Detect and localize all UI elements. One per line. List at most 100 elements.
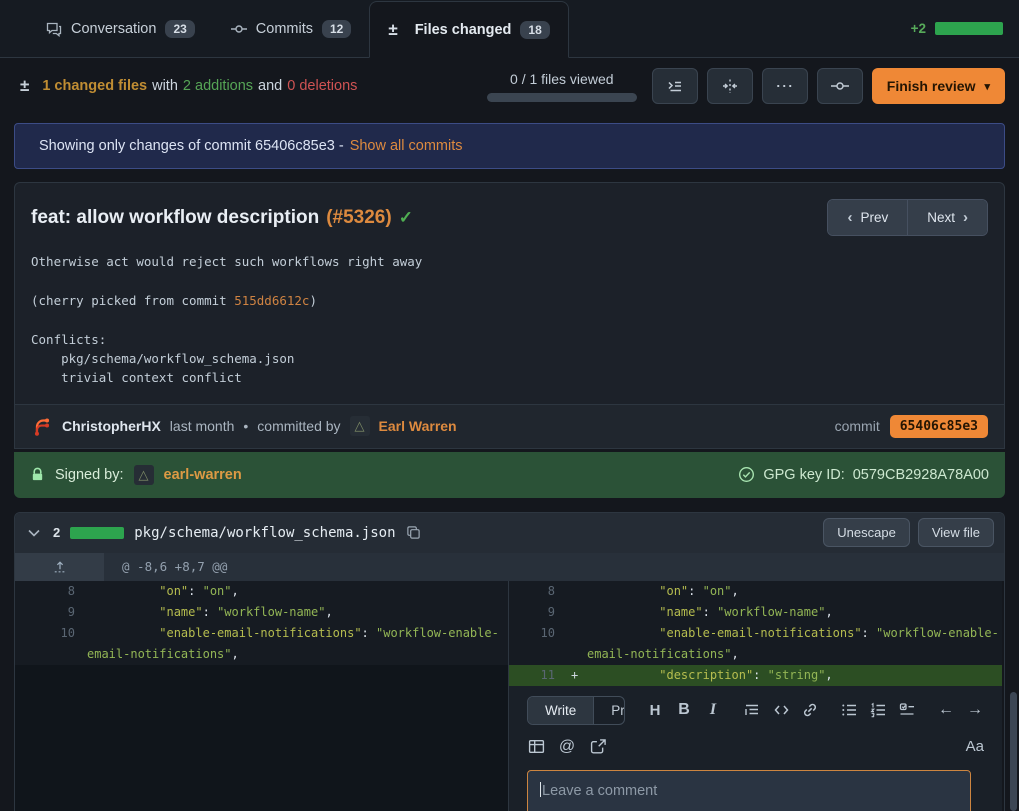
prev-commit-button[interactable]: ‹ Prev: [828, 200, 907, 235]
issue-ref-link[interactable]: (#5326): [326, 207, 392, 229]
editor-tabs: Write Preview: [527, 696, 625, 725]
finish-review-button[interactable]: Finish review ▾: [872, 68, 1005, 104]
plain-text-toggle[interactable]: Aa: [966, 738, 984, 755]
heading-icon[interactable]: H: [646, 702, 664, 719]
signer-name[interactable]: earl-warren: [164, 467, 242, 483]
diff-marker: [565, 602, 587, 623]
commit-sha-badge[interactable]: 65406c85e3: [890, 415, 988, 438]
gpg-key-label: GPG key ID:: [763, 467, 844, 483]
diff-file-box: 2 pkg/schema/workflow_schema.json Unesca…: [14, 512, 1005, 811]
diff-row: 10 "enable-email-notifications": "workfl…: [15, 623, 1004, 644]
signed-by-label: Signed by:: [55, 467, 124, 483]
file-diff-stat-bar: [70, 527, 124, 539]
ellipsis-icon: ⋯: [775, 76, 794, 97]
line-number-new[interactable]: [509, 644, 565, 665]
tab-label: Conversation: [71, 21, 156, 37]
diff-marker: +: [565, 665, 587, 686]
commit-status-check-icon[interactable]: ✓: [399, 208, 413, 228]
diff-options-button[interactable]: ⋯: [762, 68, 808, 104]
unescape-button[interactable]: Unescape: [823, 518, 910, 547]
line-number-old[interactable]: 10: [15, 623, 87, 644]
tab-count-badge: 12: [322, 20, 351, 38]
commit-pager: ‹ Prev Next ›: [827, 199, 988, 236]
commit-title: feat: allow workflow description (#5326)…: [31, 207, 413, 229]
author-avatar[interactable]: [31, 415, 53, 437]
quote-icon[interactable]: [743, 702, 761, 718]
view-file-button[interactable]: View file: [918, 518, 994, 547]
file-tree-toggle-icon: [667, 78, 683, 94]
tab-preview[interactable]: Preview: [593, 697, 625, 724]
italic-icon[interactable]: I: [704, 701, 722, 719]
commit-time: last month: [170, 418, 235, 434]
cherry-pick-sha-link[interactable]: 515dd6612c: [234, 293, 309, 308]
chevron-down-icon: ▾: [984, 80, 990, 93]
diff-marker: [565, 623, 587, 644]
line-number-new[interactable]: 11: [509, 665, 565, 686]
task-list-icon[interactable]: [898, 702, 916, 718]
reference-icon[interactable]: [589, 738, 607, 755]
tab-count-badge: 23: [165, 20, 194, 38]
tab-label: Commits: [256, 21, 313, 37]
files-viewed-label: 0 / 1 files viewed: [487, 71, 637, 87]
diff-icon: ±: [20, 76, 29, 96]
page-scrollbar-thumb[interactable]: [1010, 692, 1017, 811]
line-number-old[interactable]: 8: [15, 581, 87, 602]
signer-avatar[interactable]: △: [134, 465, 154, 485]
lock-icon: [30, 467, 45, 482]
tab-files-changed[interactable]: ± Files changed 18: [369, 1, 568, 58]
mention-icon[interactable]: @: [558, 738, 576, 756]
list-ordered-icon[interactable]: [869, 702, 887, 718]
whitespace-toggle-button[interactable]: [707, 68, 753, 104]
line-number-old[interactable]: [15, 644, 87, 665]
list-unordered-icon[interactable]: [840, 702, 858, 718]
commits-menu-button[interactable]: [817, 68, 863, 104]
code-line: "description": "string",: [587, 665, 833, 686]
committer-avatar[interactable]: △: [350, 416, 370, 436]
code-icon[interactable]: [772, 702, 790, 718]
chevron-left-icon: ‹: [847, 209, 852, 226]
line-number-new[interactable]: 8: [509, 581, 565, 602]
tab-write[interactable]: Write: [528, 697, 593, 724]
diff-empty-cell: [15, 686, 508, 811]
code-line: "name": "workflow-name",: [587, 602, 833, 623]
git-commit-icon: [231, 21, 247, 37]
file-tree-toggle-button[interactable]: [652, 68, 698, 104]
arrow-left-icon[interactable]: ←: [937, 701, 955, 719]
line-number-old[interactable]: 9: [15, 602, 87, 623]
author-name[interactable]: ChristopherHX: [62, 418, 161, 434]
show-all-commits-link[interactable]: Show all commits: [350, 138, 463, 154]
tab-commits[interactable]: Commits 12: [213, 0, 370, 57]
changed-files-text: 1 changed files: [42, 78, 147, 94]
copy-path-icon[interactable]: [406, 525, 421, 540]
diff-empty-cell: [15, 665, 508, 686]
commit-label: commit: [835, 418, 880, 434]
next-commit-button[interactable]: Next ›: [907, 200, 987, 235]
diff-rows: 8 "on": "on",8 "on": "on",9 "name": "wor…: [15, 581, 1004, 686]
pr-diff-stat: +2: [911, 0, 1003, 57]
table-icon[interactable]: [527, 738, 545, 755]
tab-conversation[interactable]: Conversation 23: [28, 0, 213, 57]
collapse-file-chevron-icon[interactable]: [25, 529, 43, 537]
deletions-text: 0 deletions: [287, 78, 357, 94]
git-commit-icon: [831, 78, 849, 94]
expand-hunk-button[interactable]: [15, 553, 104, 581]
link-icon[interactable]: [801, 702, 819, 718]
diff-marker: [565, 644, 587, 665]
diff-summary: ± 1 changed files with 2 additions and 0…: [20, 76, 357, 96]
expand-up-icon: [53, 560, 67, 574]
bold-icon[interactable]: B: [675, 701, 693, 719]
pr-tabbar: Conversation 23 Commits 12 ± Files chang…: [0, 0, 1019, 58]
diff-row: 11+ "description": "string",: [15, 665, 1004, 686]
line-number-new[interactable]: 9: [509, 602, 565, 623]
files-toolbar: ± 1 changed files with 2 additions and 0…: [0, 58, 1019, 114]
committer-name[interactable]: Earl Warren: [379, 418, 457, 434]
hunk-header-text: @ -8,6 +8,7 @@: [104, 553, 227, 581]
line-number-new[interactable]: 10: [509, 623, 565, 644]
commit-box: feat: allow workflow description (#5326)…: [14, 182, 1005, 449]
file-change-count: 2: [53, 525, 60, 540]
comment-textarea[interactable]: Leave a comment: [527, 770, 971, 811]
file-name[interactable]: pkg/schema/workflow_schema.json: [134, 525, 395, 541]
code-line: email-notifications",: [587, 644, 739, 665]
tab-label: Files changed: [415, 22, 512, 38]
arrow-right-icon[interactable]: →: [966, 701, 984, 719]
